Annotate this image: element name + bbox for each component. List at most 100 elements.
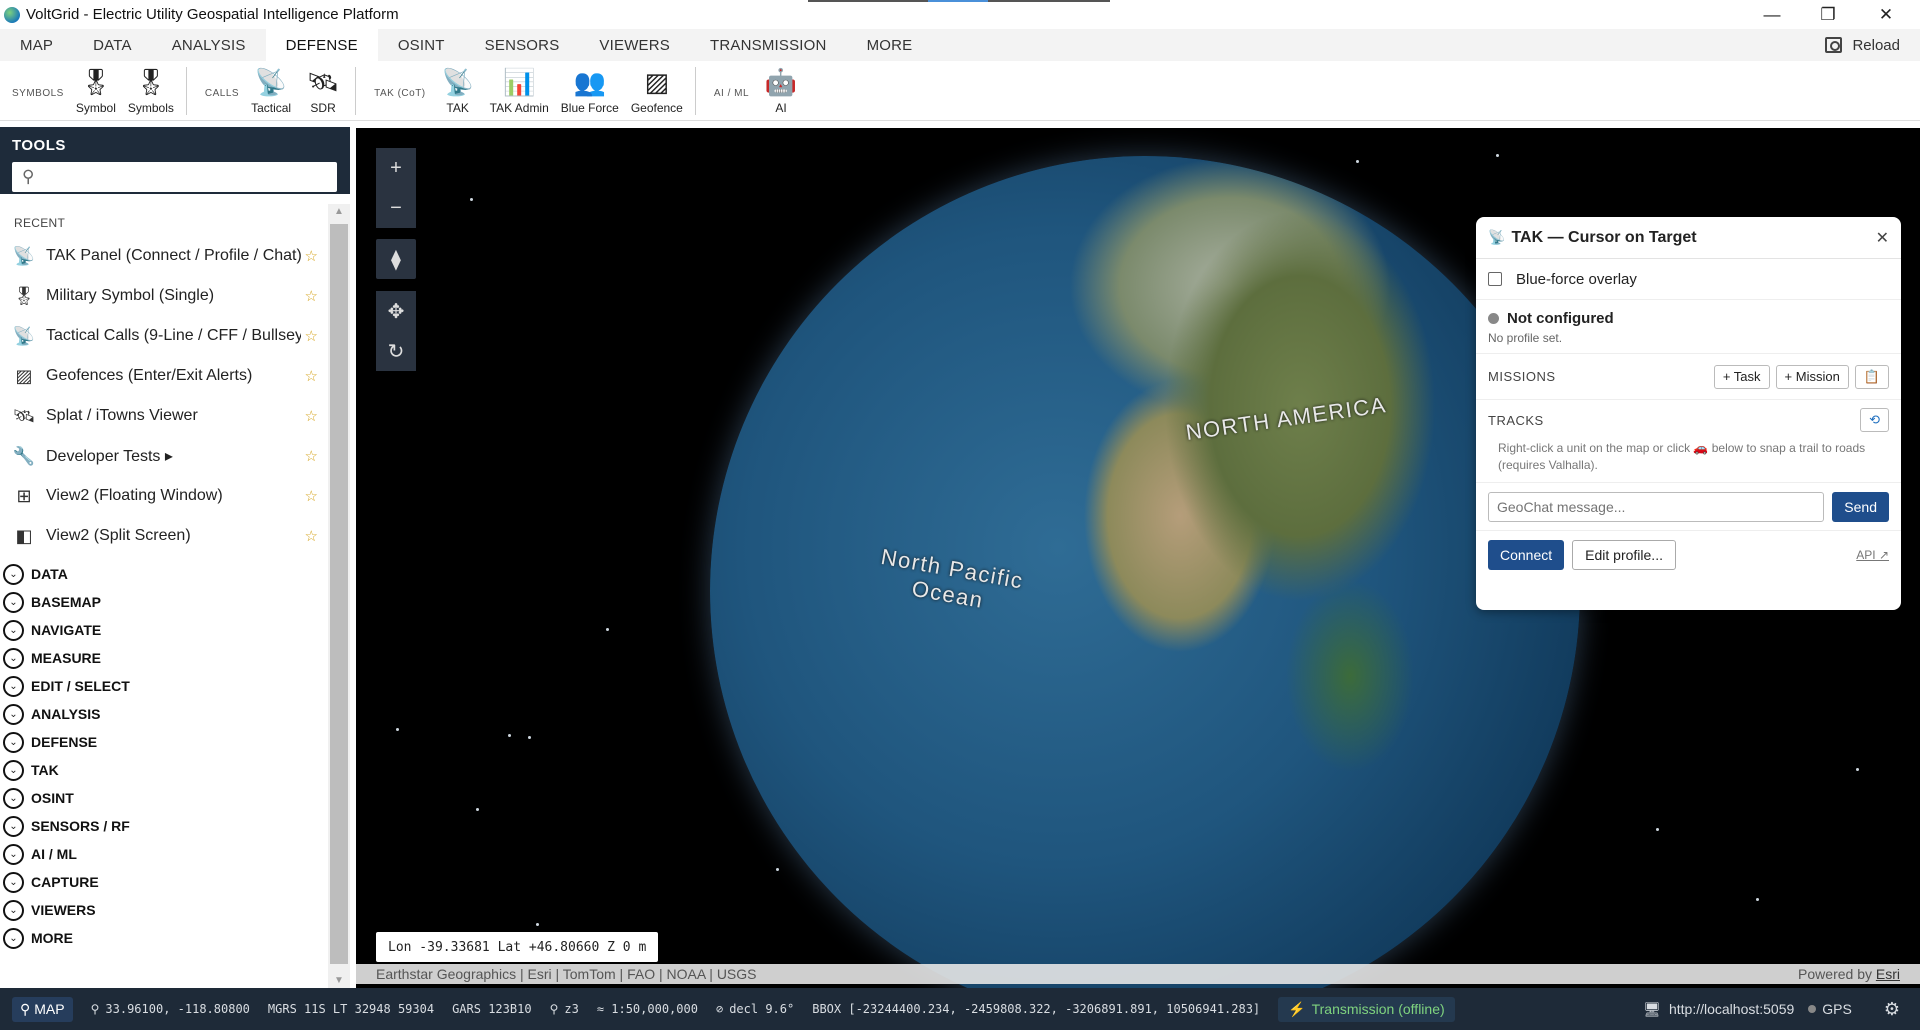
category-navigate[interactable]: ⌄ NAVIGATE — [0, 616, 328, 644]
snap-trail-icon[interactable]: ⟲ — [1860, 408, 1889, 432]
recent-item-view2-split[interactable]: ◧ View2 (Split Screen) ☆ — [0, 516, 328, 556]
api-link[interactable]: API ↗ — [1856, 548, 1889, 562]
gear-icon[interactable]: ⚙ — [1884, 999, 1900, 1020]
robot-icon: 🤖 — [764, 66, 798, 97]
tab-map[interactable]: MAP — [0, 29, 73, 61]
esri-link[interactable]: Esri — [1876, 966, 1900, 982]
tak-label: TAK — [446, 100, 469, 115]
blue-force-label: Blue Force — [560, 100, 619, 115]
ai-button[interactable]: 🤖 AI — [761, 67, 801, 115]
category-label: EDIT / SELECT — [31, 678, 130, 694]
blue-force-button[interactable]: 👥 Blue Force — [561, 67, 619, 115]
recent-item-splat-viewer[interactable]: 🛰 Splat / iTowns Viewer ☆ — [0, 396, 328, 436]
earth-globe[interactable]: NORTH AMERICA North Pacific Ocean — [710, 156, 1580, 988]
tab-data[interactable]: DATA — [73, 29, 152, 61]
recent-item-geofences[interactable]: ▨ Geofences (Enter/Exit Alerts) ☆ — [0, 356, 328, 396]
tab-osint[interactable]: OSINT — [378, 29, 465, 61]
map-mode-badge[interactable]: ⚲ MAP — [12, 996, 73, 1022]
scroll-up-icon[interactable]: ▲ — [328, 206, 350, 217]
reload-button[interactable]: Reload — [1825, 29, 1900, 61]
server-url[interactable]: http://localhost:5059 — [1669, 1001, 1794, 1017]
tak-admin-button[interactable]: 📊 TAK Admin — [490, 67, 549, 115]
tab-analysis[interactable]: ANALYSIS — [152, 29, 266, 61]
ribbon-toolbar: SYMBOLS 🎖 Symbol 🎖 Symbols CALLS 📡 Tacti… — [0, 61, 1920, 121]
category-basemap[interactable]: ⌄ BASEMAP — [0, 588, 328, 616]
car-icon: 🚗 — [1693, 441, 1709, 455]
scroll-thumb[interactable] — [330, 224, 348, 964]
tak-button[interactable]: 📡 TAK — [438, 67, 478, 115]
category-ai-ml[interactable]: ⌄ AI / ML — [0, 840, 328, 868]
medal-icon: 🎖 — [12, 285, 36, 306]
recent-item-tactical-calls[interactable]: 📡 Tactical Calls (9-Line / CFF / Bullsey… — [0, 316, 328, 356]
recent-item-view2-floating[interactable]: ⊞ View2 (Floating Window) ☆ — [0, 476, 328, 516]
sdr-button[interactable]: 🛰 SDR — [303, 67, 343, 115]
tab-viewers[interactable]: VIEWERS — [579, 29, 690, 61]
category-analysis[interactable]: ⌄ ANALYSIS — [0, 700, 328, 728]
recent-item-label: Tactical Calls (9-Line / CFF / Bullseye) — [46, 327, 301, 344]
scroll-down-icon[interactable]: ▼ — [328, 975, 350, 986]
category-tak[interactable]: ⌄ TAK — [0, 756, 328, 784]
pan-icon[interactable]: ✥ — [376, 291, 416, 331]
category-label: OSINT — [31, 790, 74, 806]
category-viewers[interactable]: ⌄ VIEWERS — [0, 896, 328, 924]
star-icon[interactable]: ☆ — [305, 327, 318, 345]
symbols-button[interactable]: 🎖 Symbols — [128, 67, 174, 115]
category-defense[interactable]: ⌄ DEFENSE — [0, 728, 328, 756]
recent-item-military-symbol[interactable]: 🎖 Military Symbol (Single) ☆ — [0, 276, 328, 316]
add-task-button[interactable]: + Task — [1713, 364, 1770, 389]
category-measure[interactable]: ⌄ MEASURE — [0, 644, 328, 672]
category-data[interactable]: ⌄ DATA — [0, 560, 328, 588]
star-icon[interactable]: ☆ — [305, 247, 318, 265]
close-icon[interactable]: ✕ — [1876, 228, 1889, 248]
tab-defense[interactable]: DEFENSE — [265, 29, 378, 61]
tab-sensors[interactable]: SENSORS — [465, 29, 580, 61]
chevron-down-icon: ⌄ — [3, 731, 24, 753]
restore-button[interactable]: ❐ — [1800, 0, 1856, 29]
transmission-status[interactable]: ⚡ Transmission (offline) — [1278, 996, 1455, 1022]
clipboard-icon[interactable]: 📋 — [1854, 364, 1889, 389]
tools-scrollbar[interactable]: ▲ ▼ — [328, 204, 350, 988]
ribbon-separator — [355, 66, 357, 115]
zoom-out-button[interactable]: − — [376, 188, 416, 228]
ribbon-separator — [185, 66, 187, 115]
zoom-in-button[interactable]: + — [376, 148, 416, 188]
star-icon[interactable]: ☆ — [305, 487, 318, 505]
add-mission-button[interactable]: + Mission — [1775, 364, 1849, 389]
star-icon[interactable]: ☆ — [305, 287, 318, 305]
category-sensors-rf[interactable]: ⌄ SENSORS / RF — [0, 812, 328, 840]
rotate-icon[interactable]: ↻ — [376, 331, 416, 371]
recent-item-developer-tests[interactable]: 🔧 Developer Tests ▸ ☆ — [0, 436, 328, 476]
tactical-button[interactable]: 📡 Tactical — [251, 67, 291, 115]
gps-status[interactable]: GPS — [1822, 1001, 1852, 1017]
star-icon[interactable]: ☆ — [305, 447, 318, 465]
compass-icon[interactable]: ⧫ — [376, 239, 416, 279]
connect-button[interactable]: Connect — [1488, 540, 1565, 570]
minimize-button[interactable]: — — [1744, 0, 1800, 29]
geochat-input[interactable] — [1488, 491, 1825, 522]
tak-actions-row: Connect Edit profile... API ↗ — [1476, 531, 1901, 579]
star-icon[interactable]: ☆ — [305, 407, 318, 425]
symbol-button[interactable]: 🎖 Symbol — [76, 67, 116, 115]
blue-force-row[interactable]: Blue-force overlay — [1476, 259, 1901, 300]
star-icon[interactable]: ☆ — [305, 527, 318, 545]
recent-item-tak-panel[interactable]: 📡 TAK Panel (Connect / Profile / Chat) ☆ — [0, 236, 328, 276]
category-label: TAK — [31, 762, 59, 778]
star-dot — [1756, 898, 1759, 901]
status-bar: ⚲ MAP ⚲ 33.96100, -118.80800 MGRS 11S LT… — [0, 988, 1920, 1030]
category-osint[interactable]: ⌄ OSINT — [0, 784, 328, 812]
edit-profile-button[interactable]: Edit profile... — [1572, 540, 1676, 570]
send-button[interactable]: Send — [1832, 491, 1889, 522]
star-icon[interactable]: ☆ — [305, 367, 318, 385]
category-capture[interactable]: ⌄ CAPTURE — [0, 868, 328, 896]
category-edit-select[interactable]: ⌄ EDIT / SELECT — [0, 672, 328, 700]
tab-transmission[interactable]: TRANSMISSION — [690, 29, 847, 61]
blue-force-checkbox[interactable] — [1488, 272, 1502, 286]
tab-more[interactable]: MORE — [847, 29, 933, 61]
category-more[interactable]: ⌄ MORE — [0, 924, 328, 952]
geofence-button[interactable]: ▨ Geofence — [631, 67, 683, 115]
zoom-readout: ⚲ z3 — [550, 1002, 579, 1016]
close-window-button[interactable]: ✕ — [1858, 0, 1914, 29]
tools-search-input[interactable]: ⚲ — [12, 162, 337, 192]
missions-label: MISSIONS — [1488, 369, 1556, 384]
transmission-text: Transmission (offline) — [1311, 1001, 1445, 1017]
